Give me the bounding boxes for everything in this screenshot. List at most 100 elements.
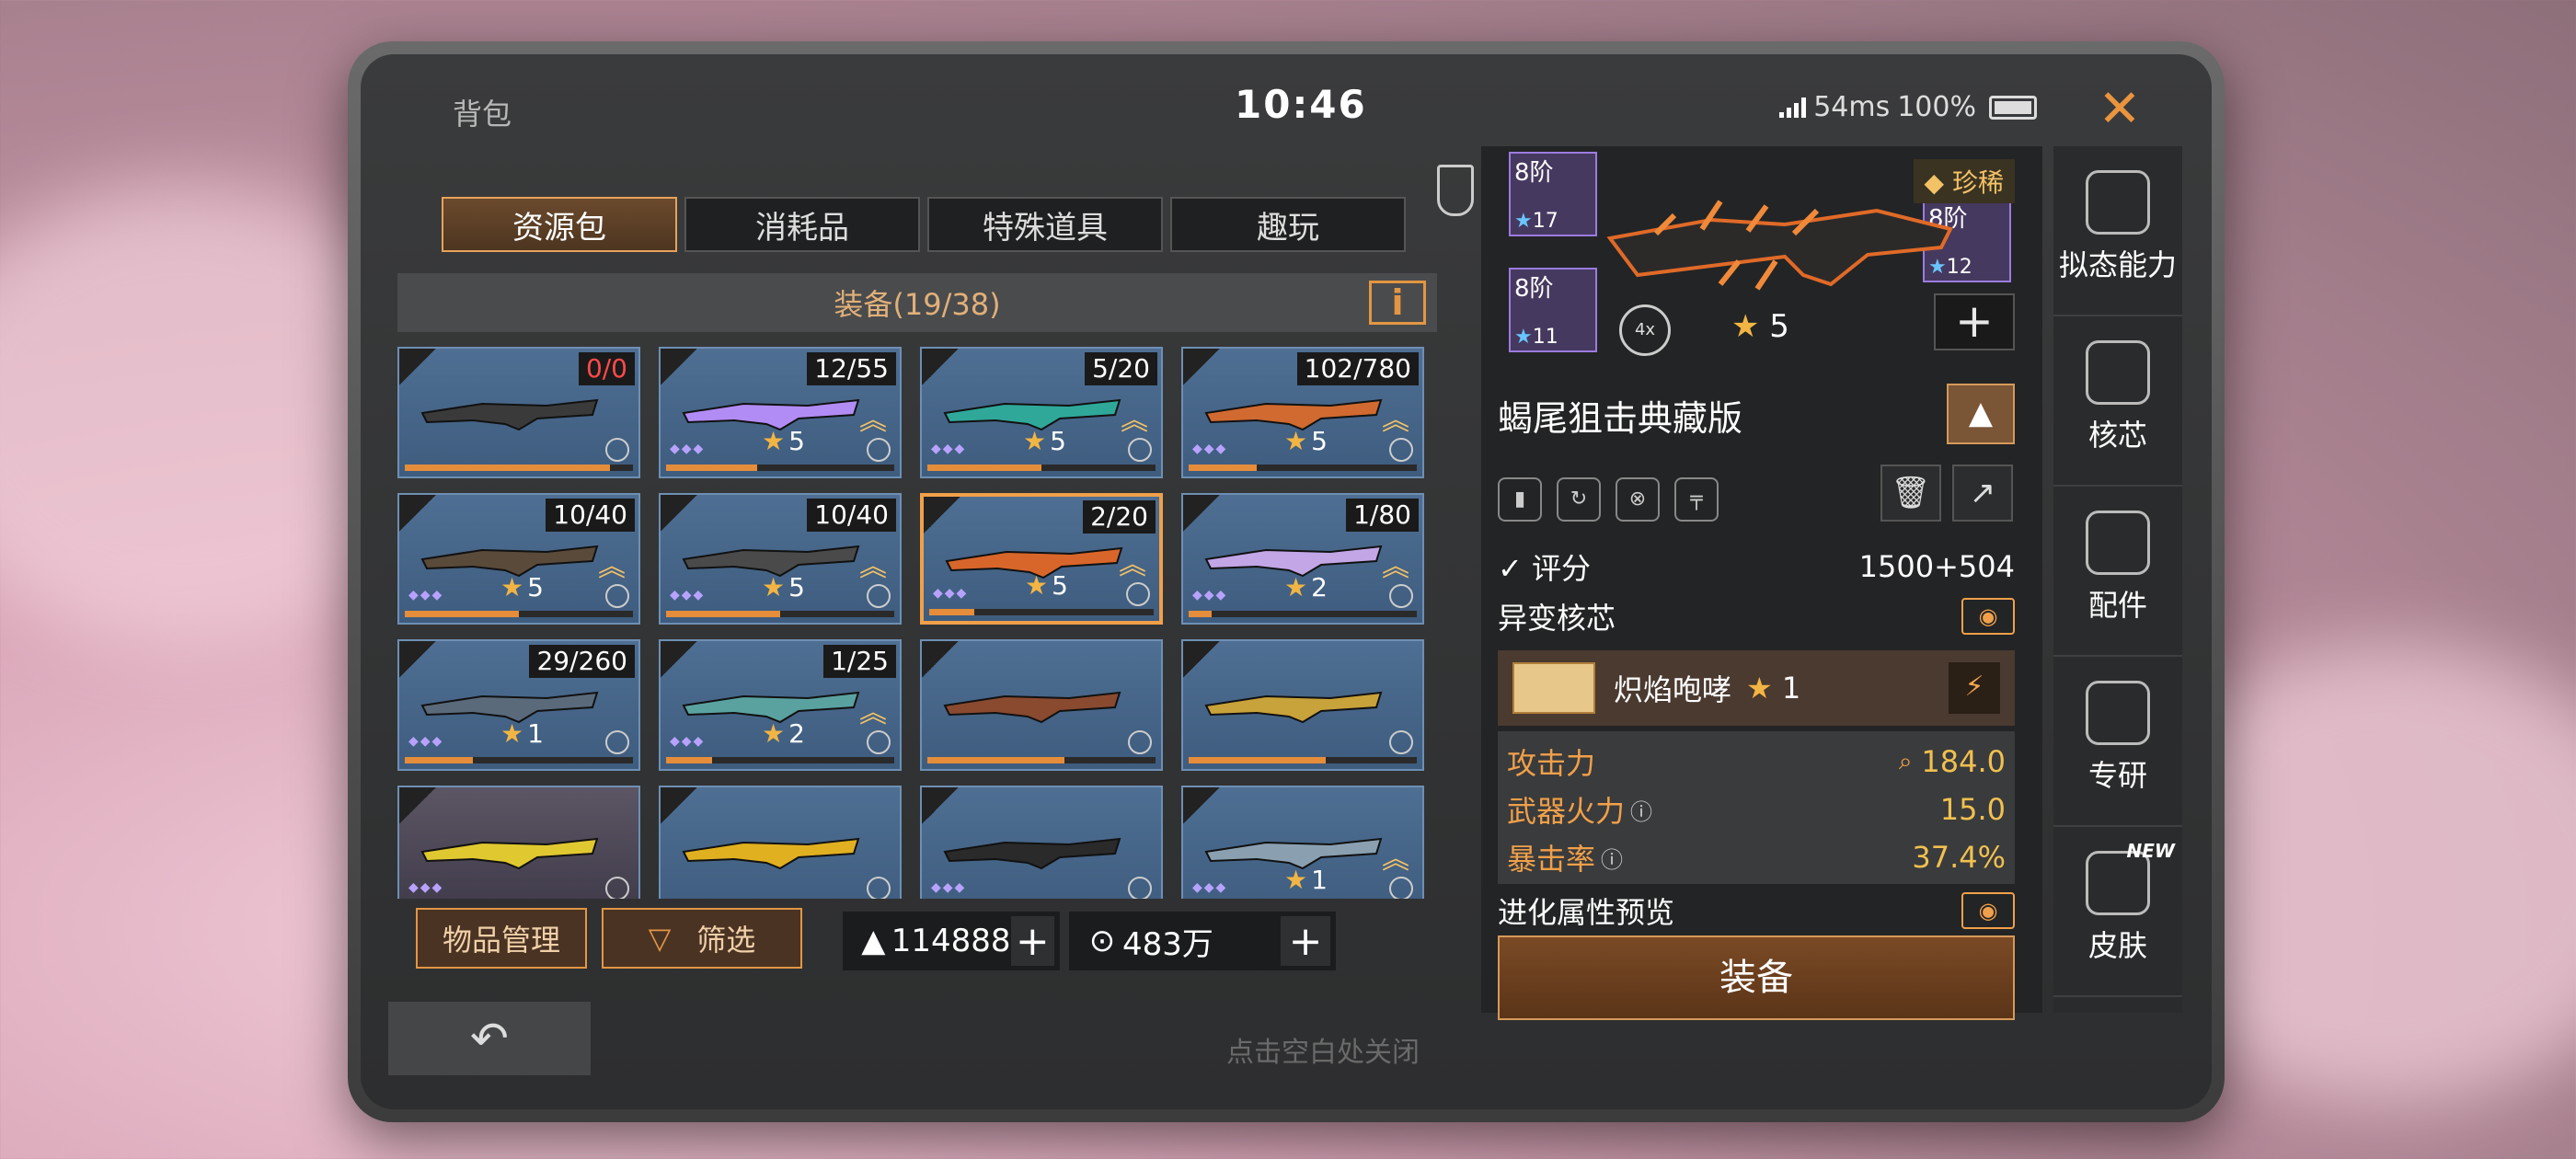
mutation-stars: ★ 1 bbox=[1746, 671, 1801, 706]
fuse-icon bbox=[867, 438, 891, 462]
equipment-card[interactable]: ◆◆◆ bbox=[397, 786, 640, 899]
upgrade-chevron-icon: ︽ bbox=[859, 551, 887, 583]
stat-row: 武器火力 ⓘ 15.0 bbox=[1507, 788, 2006, 831]
stat-value: 15.0 bbox=[1939, 792, 2006, 827]
equipment-card[interactable]: 1/80 ◆◆◆ ★ 2 ︽ bbox=[1181, 493, 1424, 625]
upgrade-chevron-icon: ︽ bbox=[598, 551, 626, 583]
sidebar-item-skin[interactable]: 皮肤 NEW bbox=[2053, 827, 2182, 997]
filter-label: 筛选 bbox=[696, 923, 756, 958]
equipment-card[interactable]: ◆◆◆ bbox=[920, 786, 1163, 899]
info-icon[interactable]: ⓘ bbox=[1601, 842, 1623, 874]
equipment-card[interactable]: 12/55 ◆◆◆ ★ 5 ︽ bbox=[659, 347, 902, 478]
share-icon: ↗ bbox=[1969, 475, 1996, 511]
fuse-icon bbox=[1389, 584, 1413, 608]
rank-icon bbox=[661, 641, 697, 678]
evolve-label: 进化属性预览 bbox=[1498, 895, 1675, 930]
upgrade-chevron-icon: ︽ bbox=[1382, 843, 1409, 876]
scope-icon[interactable]: 4x bbox=[1619, 304, 1671, 356]
tag-icon[interactable] bbox=[1437, 165, 1474, 216]
item-count: 10/40 bbox=[546, 499, 635, 532]
sidebar-item-mimic[interactable]: 拟态能力 bbox=[2053, 146, 2182, 316]
eye-icon[interactable]: ◉ bbox=[1961, 892, 2015, 929]
item-manage-button[interactable]: 物品管理 bbox=[416, 908, 587, 969]
fuse-icon bbox=[605, 730, 629, 754]
score-icon: ✓ bbox=[1498, 551, 1523, 586]
weapon-thumbnail bbox=[420, 837, 599, 870]
mutation-label: 异变核芯 bbox=[1498, 601, 1616, 636]
progress-bar bbox=[405, 611, 633, 617]
equipment-card[interactable]: 102/780 ◆◆◆ ★ 5 ︽ bbox=[1181, 347, 1424, 478]
attachment-slot[interactable]: 8阶 ★11 bbox=[1509, 268, 1597, 352]
appearance-button[interactable]: ▲ bbox=[1947, 384, 2015, 444]
fuse-icon bbox=[1389, 730, 1413, 754]
close-hint[interactable]: 点击空白处关闭 bbox=[361, 1029, 2212, 1070]
tab-0[interactable]: 资源包 bbox=[442, 197, 677, 252]
eye-icon[interactable]: ◉ bbox=[1961, 598, 2015, 635]
equipment-card[interactable]: 5/20 ◆◆◆ ★ 5 ︽ bbox=[920, 347, 1163, 478]
add-coin-button[interactable]: + bbox=[1281, 916, 1330, 966]
equipment-card[interactable]: 10/40 ◆◆◆ ★ 5 ︽ bbox=[397, 493, 640, 625]
attachment-slot[interactable]: 8阶 ★17 bbox=[1509, 152, 1597, 236]
weapon-detail-panel: 8阶 ★17 8阶 ★11 8阶 ★12 ◆ 珍稀 4x ★ 5 + 蝎尾狙击典… bbox=[1481, 146, 2042, 1020]
stat-label: 攻击力 bbox=[1507, 746, 1596, 781]
equipment-card[interactable] bbox=[920, 639, 1163, 771]
fuse-icon bbox=[605, 584, 629, 608]
quality-dots: ◆◆◆ bbox=[1192, 588, 1228, 602]
item-count: 1/80 bbox=[1346, 499, 1419, 532]
equipment-card[interactable]: ◆◆◆ ★ 1 ︽ bbox=[1181, 786, 1424, 899]
equipment-card[interactable]: 1/25 ◆◆◆ ★ 2 ︽ bbox=[659, 639, 902, 771]
star-level: ★ 1 bbox=[500, 718, 544, 749]
parts-icon bbox=[2086, 511, 2150, 575]
info-button[interactable]: i bbox=[1369, 281, 1426, 325]
add-attachment-button[interactable]: + bbox=[1934, 293, 2015, 350]
magnifier-icon[interactable]: ⌕ bbox=[1899, 748, 1913, 776]
battery-icon bbox=[1989, 95, 2037, 120]
equipment-card[interactable] bbox=[1181, 639, 1424, 771]
add-gold-button[interactable]: + bbox=[1010, 916, 1054, 966]
equipment-card[interactable] bbox=[659, 786, 902, 899]
delete-button[interactable]: 🗑 bbox=[1880, 465, 1941, 522]
equipment-card[interactable]: 0/0 bbox=[397, 347, 640, 478]
stats-box: 攻击力 ⌕ 184.0 武器火力 ⓘ 15.0 暴击率 ⓘ 37.4% bbox=[1498, 731, 2015, 884]
star-level: ★ 5 bbox=[1284, 426, 1328, 456]
new-badge: NEW bbox=[2126, 840, 2175, 862]
score-label: ✓ 评分 bbox=[1498, 551, 1591, 586]
equip-button[interactable]: 装备 bbox=[1498, 935, 2015, 1020]
signal-icon bbox=[1779, 97, 1807, 118]
star-level: ★ 5 bbox=[762, 572, 805, 602]
filter-button[interactable]: ▽ 筛选 bbox=[602, 908, 802, 969]
tab-3[interactable]: 趣玩 bbox=[1170, 197, 1406, 252]
equipment-card[interactable]: 29/260 ◆◆◆ ★ 1 bbox=[397, 639, 640, 771]
progress-bar bbox=[1189, 611, 1417, 617]
close-button[interactable]: ✕ bbox=[2092, 82, 2147, 137]
rank-icon bbox=[399, 787, 436, 824]
equipment-card[interactable]: 10/40 ◆◆◆ ★ 5 ︽ bbox=[659, 493, 902, 625]
mutation-detail-icon[interactable]: ⚡ bbox=[1949, 662, 2000, 714]
mutation-core[interactable]: 炽焰咆哮 ★ 1 ⚡ bbox=[1498, 650, 2015, 726]
appearance-icon: ▲ bbox=[1968, 395, 1994, 431]
stat-value: 37.4% bbox=[1912, 840, 2006, 875]
weapon-name: 蝎尾狙击典藏版 bbox=[1498, 398, 1743, 439]
share-button[interactable]: ↗ bbox=[1952, 465, 2013, 522]
tab-1[interactable]: 消耗品 bbox=[684, 197, 920, 252]
tab-2[interactable]: 特殊道具 bbox=[927, 197, 1163, 252]
sidebar-item-research[interactable]: 专研 bbox=[2053, 657, 2182, 827]
score-row: ✓ 评分 1500+504 bbox=[1498, 545, 2015, 588]
star-level: ★ 5 bbox=[1025, 570, 1068, 601]
stat-label: 暴击率 bbox=[1507, 842, 1596, 877]
star-level: ★ 2 bbox=[1284, 572, 1328, 602]
currency-coin-value: 483万 bbox=[1122, 925, 1213, 963]
progress-bar bbox=[405, 757, 633, 763]
sidebar-item-parts[interactable]: 配件 bbox=[2053, 487, 2182, 657]
item-count: 12/55 bbox=[807, 352, 896, 385]
item-count: 2/20 bbox=[1083, 500, 1156, 534]
sidebar-item-label: 专研 bbox=[2087, 758, 2147, 793]
equipment-card[interactable]: 2/20 ◆◆◆ ★ 5 ︽ bbox=[920, 493, 1163, 625]
rank-icon bbox=[922, 787, 959, 824]
mimic-icon bbox=[2086, 170, 2150, 235]
info-icon[interactable]: ⓘ bbox=[1630, 794, 1652, 826]
rank-icon bbox=[661, 495, 697, 532]
quality-dots: ◆◆◆ bbox=[408, 588, 444, 602]
progress-bar bbox=[666, 611, 894, 617]
sidebar-item-core[interactable]: 核芯 bbox=[2053, 316, 2182, 487]
